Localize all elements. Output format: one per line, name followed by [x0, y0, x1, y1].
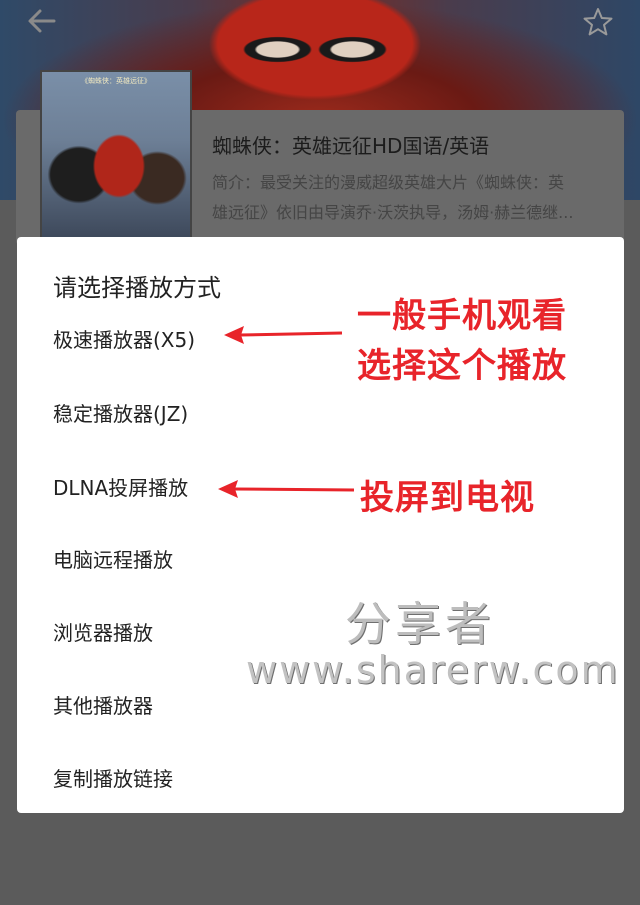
option-pc-remote[interactable]: 电脑远程播放 [17, 530, 624, 590]
backdrop-image [190, 0, 440, 110]
option-copy-link[interactable]: 复制播放链接 [17, 749, 624, 809]
annotation-phone-line2: 选择这个播放 [357, 346, 567, 386]
annotation-arrow-icon [224, 326, 343, 344]
dialog-title: 请选择播放方式 [53, 274, 221, 302]
movie-description-line: 简介：最受关注的漫威超级英雄大片《蜘蛛侠：英 [212, 173, 565, 192]
watermark-name: 分享者 [345, 597, 495, 651]
movie-title: 蜘蛛侠：英雄远征HD国语/英语 [212, 134, 490, 158]
annotation-tv-cast: 投屏到电视 [360, 478, 535, 518]
star-icon[interactable] [582, 6, 614, 38]
annotation-arrow-icon [218, 480, 355, 498]
poster-title: 《蜘蛛侠：英雄远征》 [81, 77, 151, 85]
movie-poster[interactable]: 《蜘蛛侠：英雄远征》 [40, 70, 192, 245]
annotation-phone-line1: 一般手机观看 [357, 296, 567, 336]
watermark-url: www.sharerw.com [246, 648, 620, 692]
movie-description: 简介：最受关注的漫威超级英雄大片《蜘蛛侠：英 雄远征》依旧由导演乔·沃茨执导，汤… [212, 168, 602, 228]
option-jz-player[interactable]: 稳定播放器(JZ) [17, 384, 624, 444]
movie-description-line: 雄远征》依旧由导演乔·沃茨执导，汤姆·赫兰德继... [212, 203, 574, 222]
back-arrow-icon[interactable] [24, 6, 60, 36]
